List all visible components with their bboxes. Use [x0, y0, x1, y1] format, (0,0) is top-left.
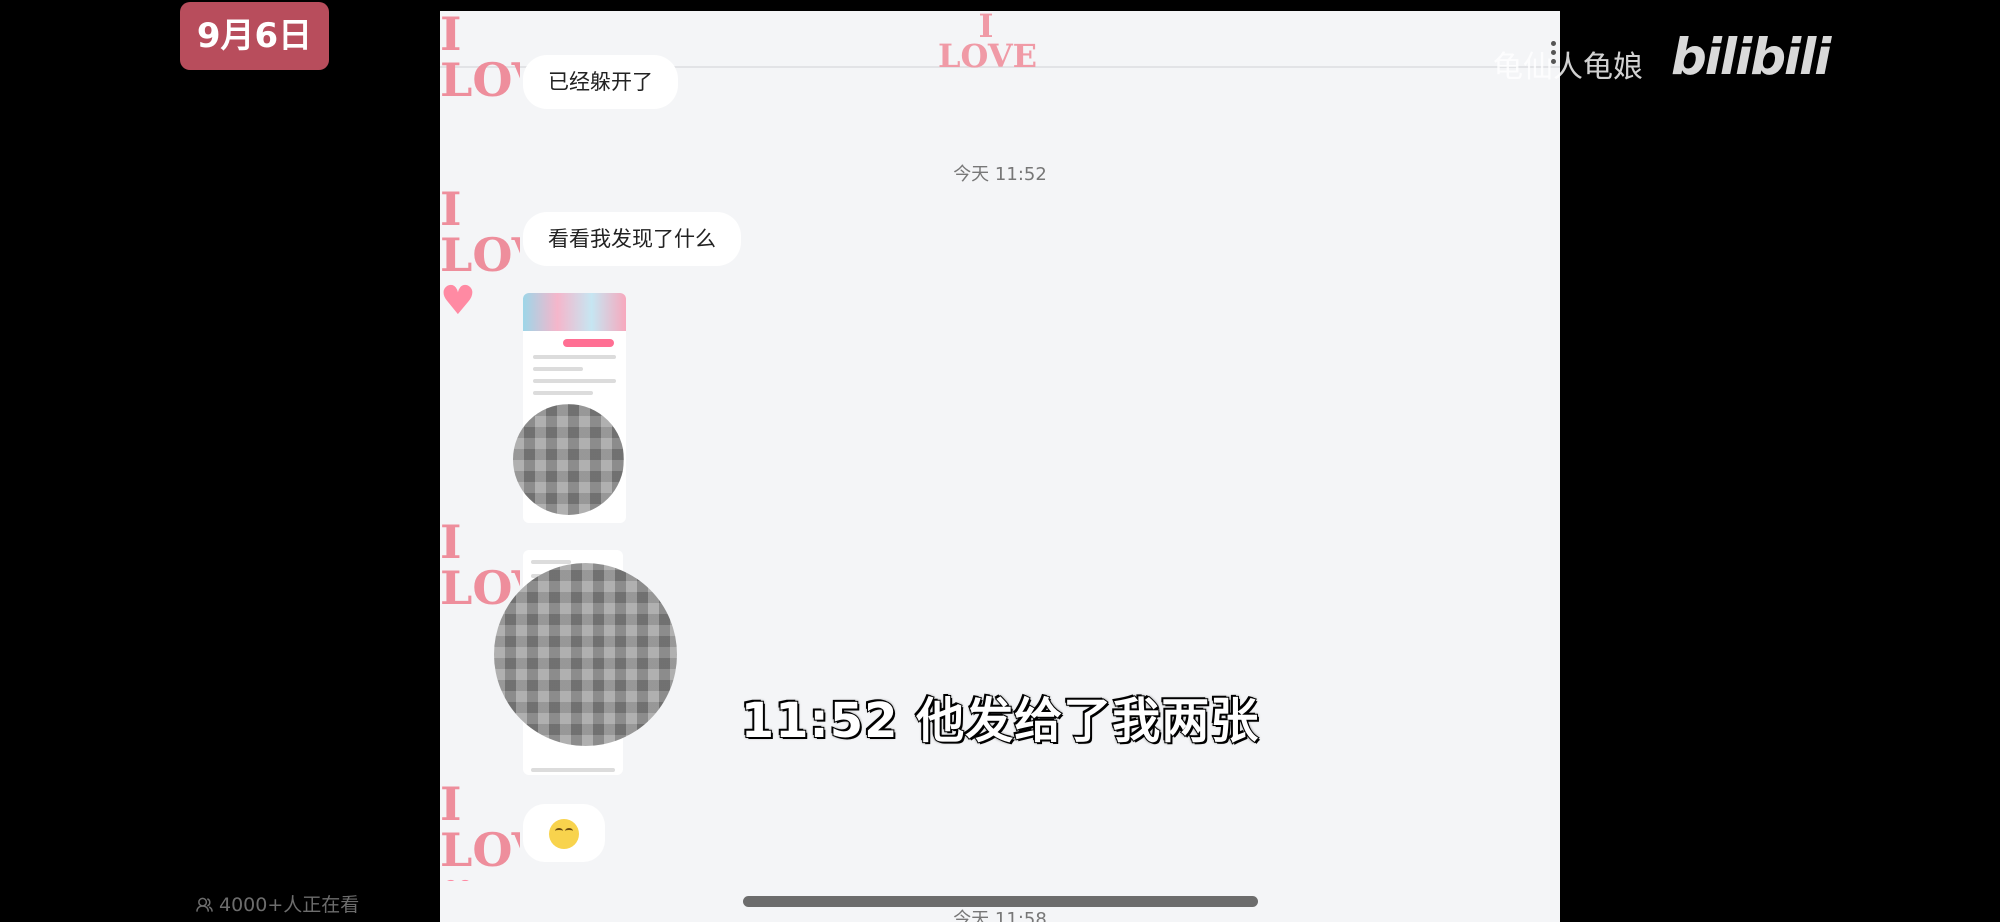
eye-roll-emoji-icon: [549, 818, 579, 849]
pixelated-censor: [513, 404, 624, 515]
contact-avatar-top[interactable]: I LOVE: [938, 11, 1037, 81]
message-bubble[interactable]: 看看我发现了什么: [523, 212, 741, 266]
heart-icon: ♥: [440, 277, 476, 324]
date-badge: 9月6日: [180, 2, 329, 70]
viewers-icon: [196, 897, 213, 912]
chat-timestamp: 今天 11:52: [953, 164, 1047, 185]
contact-avatar[interactable]: I LOVE ♥: [440, 186, 520, 391]
emoji-message-bubble[interactable]: [523, 804, 605, 862]
contact-avatar[interactable]: I LOVE ♥: [440, 781, 520, 881]
image-banner: [523, 293, 626, 331]
bilibili-logo: bilibili: [1671, 28, 1831, 86]
chat-window: I LOVE I LOVE 已经躲开了 今天 11:52 I LOVE ♥ 看看…: [440, 11, 1560, 922]
viewer-count: 4000+人正在看: [196, 890, 359, 917]
video-subtitle: 11:52 他发给了我两张: [740, 692, 1260, 750]
message-bubble[interactable]: 已经躲开了: [523, 55, 678, 109]
contact-avatar[interactable]: I LOVE: [440, 11, 520, 111]
viewer-count-text: 4000+人正在看: [219, 894, 360, 916]
watermark-author: 龟仙人龟娘: [1493, 50, 1643, 85]
chat-timestamp: 今天 11:58: [953, 909, 1047, 922]
home-indicator-bar[interactable]: [743, 896, 1258, 907]
